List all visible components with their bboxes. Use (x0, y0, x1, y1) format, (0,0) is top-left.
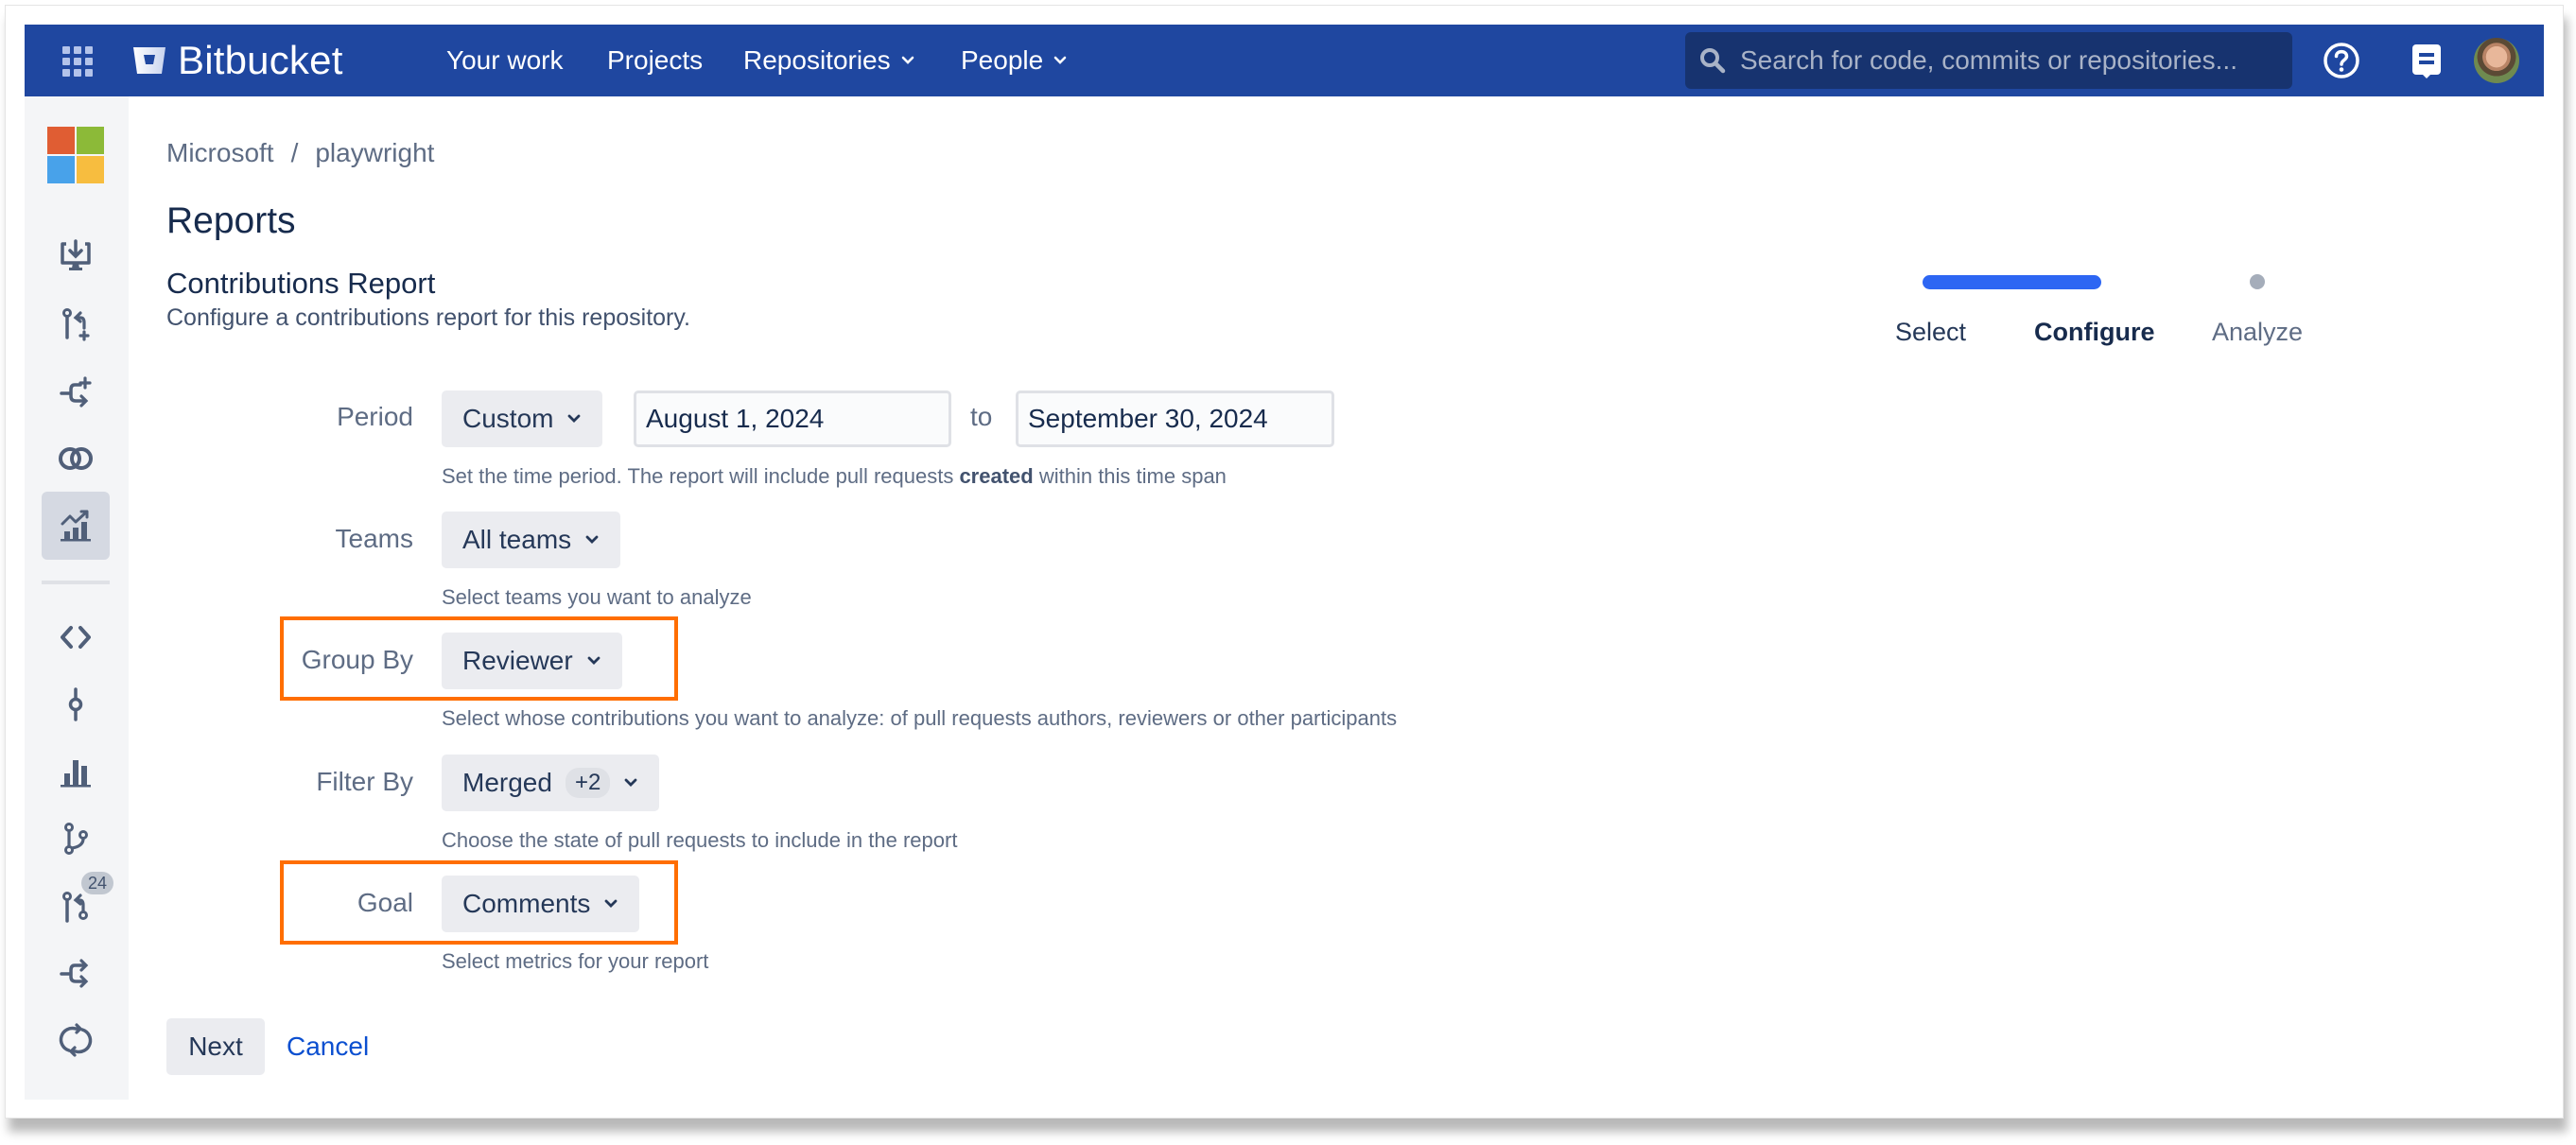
compare-icon (59, 447, 93, 470)
breadcrumb-repo-link[interactable]: playwright (315, 138, 434, 168)
filter-by-value: Merged (462, 768, 552, 797)
chevron-down-icon (901, 56, 914, 64)
teams-label: Teams (335, 524, 413, 553)
nav-your-work-label: Your work (446, 45, 564, 75)
branches-icon (64, 823, 88, 855)
stepper-progress-bar (1923, 275, 2101, 289)
nav-people[interactable]: People (961, 25, 1068, 96)
notes-icon[interactable] (2408, 42, 2445, 79)
step-configure: Configure (2034, 318, 2155, 346)
nav-projects-label: Projects (607, 45, 704, 75)
teams-hint: Select teams you want to analyze (442, 585, 752, 609)
user-avatar[interactable] (2474, 38, 2519, 83)
period-label: Period (337, 402, 413, 431)
sidebar-item-pull-requests[interactable]: 24 (42, 872, 113, 940)
period-hint-text-end: within this time span (1033, 464, 1227, 488)
bitbucket-logo[interactable]: Bitbucket (132, 36, 343, 85)
commits-icon (68, 687, 83, 721)
period-to-label: to (970, 402, 993, 431)
breadcrumb-separator: / (290, 138, 299, 167)
nav-your-work[interactable]: Your work (446, 25, 563, 96)
app-switcher-icon[interactable] (62, 46, 93, 77)
breadcrumb-project-link[interactable]: Microsoft (166, 138, 274, 168)
group-by-hint: Select whose contributions you want to a… (442, 706, 1398, 730)
stepper-pending-dot (2250, 274, 2265, 289)
top-navigation-bar: Bitbucket Your work Projects Repositorie… (25, 25, 2544, 96)
create-branch-icon (60, 376, 92, 408)
goal-value: Comments (462, 889, 591, 918)
clone-icon (61, 239, 91, 270)
sidebar-item-compare[interactable] (42, 425, 110, 493)
source-icon (61, 626, 91, 649)
forks-icon (60, 959, 89, 988)
chevron-down-icon (604, 899, 618, 908)
nav-repositories[interactable]: Repositories (743, 25, 915, 96)
sidebar-item-insights[interactable] (42, 737, 110, 806)
cancel-link[interactable]: Cancel (287, 1032, 369, 1062)
nav-repositories-label: Repositories (743, 45, 891, 75)
chevron-down-icon (568, 414, 581, 423)
goal-hint: Select metrics for your report (442, 949, 709, 973)
period-to-date-input[interactable] (1016, 390, 1334, 447)
sidebar-item-forks[interactable] (42, 939, 110, 1007)
breadcrumb: Microsoft / playwright (166, 138, 434, 168)
chevron-down-icon (624, 778, 637, 787)
bitbucket-bucket-icon (133, 47, 165, 74)
section-description: Configure a contributions report for thi… (166, 304, 690, 331)
sidebar-item-create-branch[interactable] (42, 358, 110, 426)
help-icon[interactable] (2323, 42, 2360, 79)
goal-label: Goal (357, 888, 413, 917)
filter-by-extra-count: +2 (565, 768, 611, 798)
sidebar-item-create-pull-request[interactable] (42, 290, 110, 358)
insights-icon (61, 760, 91, 788)
sidebar-item-commits[interactable] (42, 670, 110, 738)
sidebar-item-source[interactable] (42, 603, 110, 671)
page-title: Reports (166, 200, 296, 241)
search-icon (1700, 48, 1726, 74)
period-dropdown[interactable]: Custom (442, 390, 603, 447)
filter-by-hint: Choose the state of pull requests to inc… (442, 828, 958, 852)
chevron-down-icon (585, 535, 599, 544)
next-button[interactable]: Next (166, 1018, 265, 1075)
period-hint: Set the time period. The report will inc… (442, 464, 1227, 489)
microsoft-logo[interactable] (47, 127, 104, 183)
window-frame (5, 5, 2564, 1119)
period-hint-emphasis: created (959, 464, 1034, 488)
group-by-value: Reviewer (462, 646, 573, 675)
pull-requests-count-badge: 24 (80, 872, 113, 894)
create-pull-request-icon (62, 308, 90, 341)
section-title: Contributions Report (166, 267, 436, 300)
sidebar-item-sync[interactable] (42, 1006, 110, 1074)
period-value: Custom (462, 404, 554, 433)
sidebar-item-clone[interactable] (42, 222, 110, 290)
period-hint-text: Set the time period. The report will inc… (442, 464, 960, 488)
period-from-date-input[interactable] (634, 390, 951, 447)
step-analyze: Analyze (2212, 318, 2304, 346)
sync-icon (59, 1023, 93, 1057)
sidebar-item-branches[interactable] (42, 805, 110, 873)
search-box[interactable] (1685, 32, 2292, 89)
sidebar-item-reports[interactable] (42, 492, 110, 560)
group-by-label: Group By (301, 645, 413, 674)
nav-projects[interactable]: Projects (607, 25, 703, 96)
project-sidebar: 24 (25, 96, 129, 1100)
filter-by-dropdown[interactable]: Merged +2 (442, 755, 660, 811)
reports-icon (61, 510, 91, 542)
teams-value: All teams (462, 525, 572, 554)
filter-by-label: Filter By (316, 767, 413, 796)
brand-name: Bitbucket (178, 38, 343, 82)
chevron-down-icon (1053, 56, 1067, 64)
teams-dropdown[interactable]: All teams (442, 512, 621, 568)
nav-people-label: People (961, 45, 1044, 75)
goal-dropdown[interactable]: Comments (442, 876, 640, 932)
chevron-down-icon (587, 656, 600, 665)
step-select: Select (1895, 318, 1967, 346)
search-input[interactable] (1740, 45, 2270, 76)
sidebar-divider (42, 581, 110, 584)
group-by-dropdown[interactable]: Reviewer (442, 633, 622, 689)
